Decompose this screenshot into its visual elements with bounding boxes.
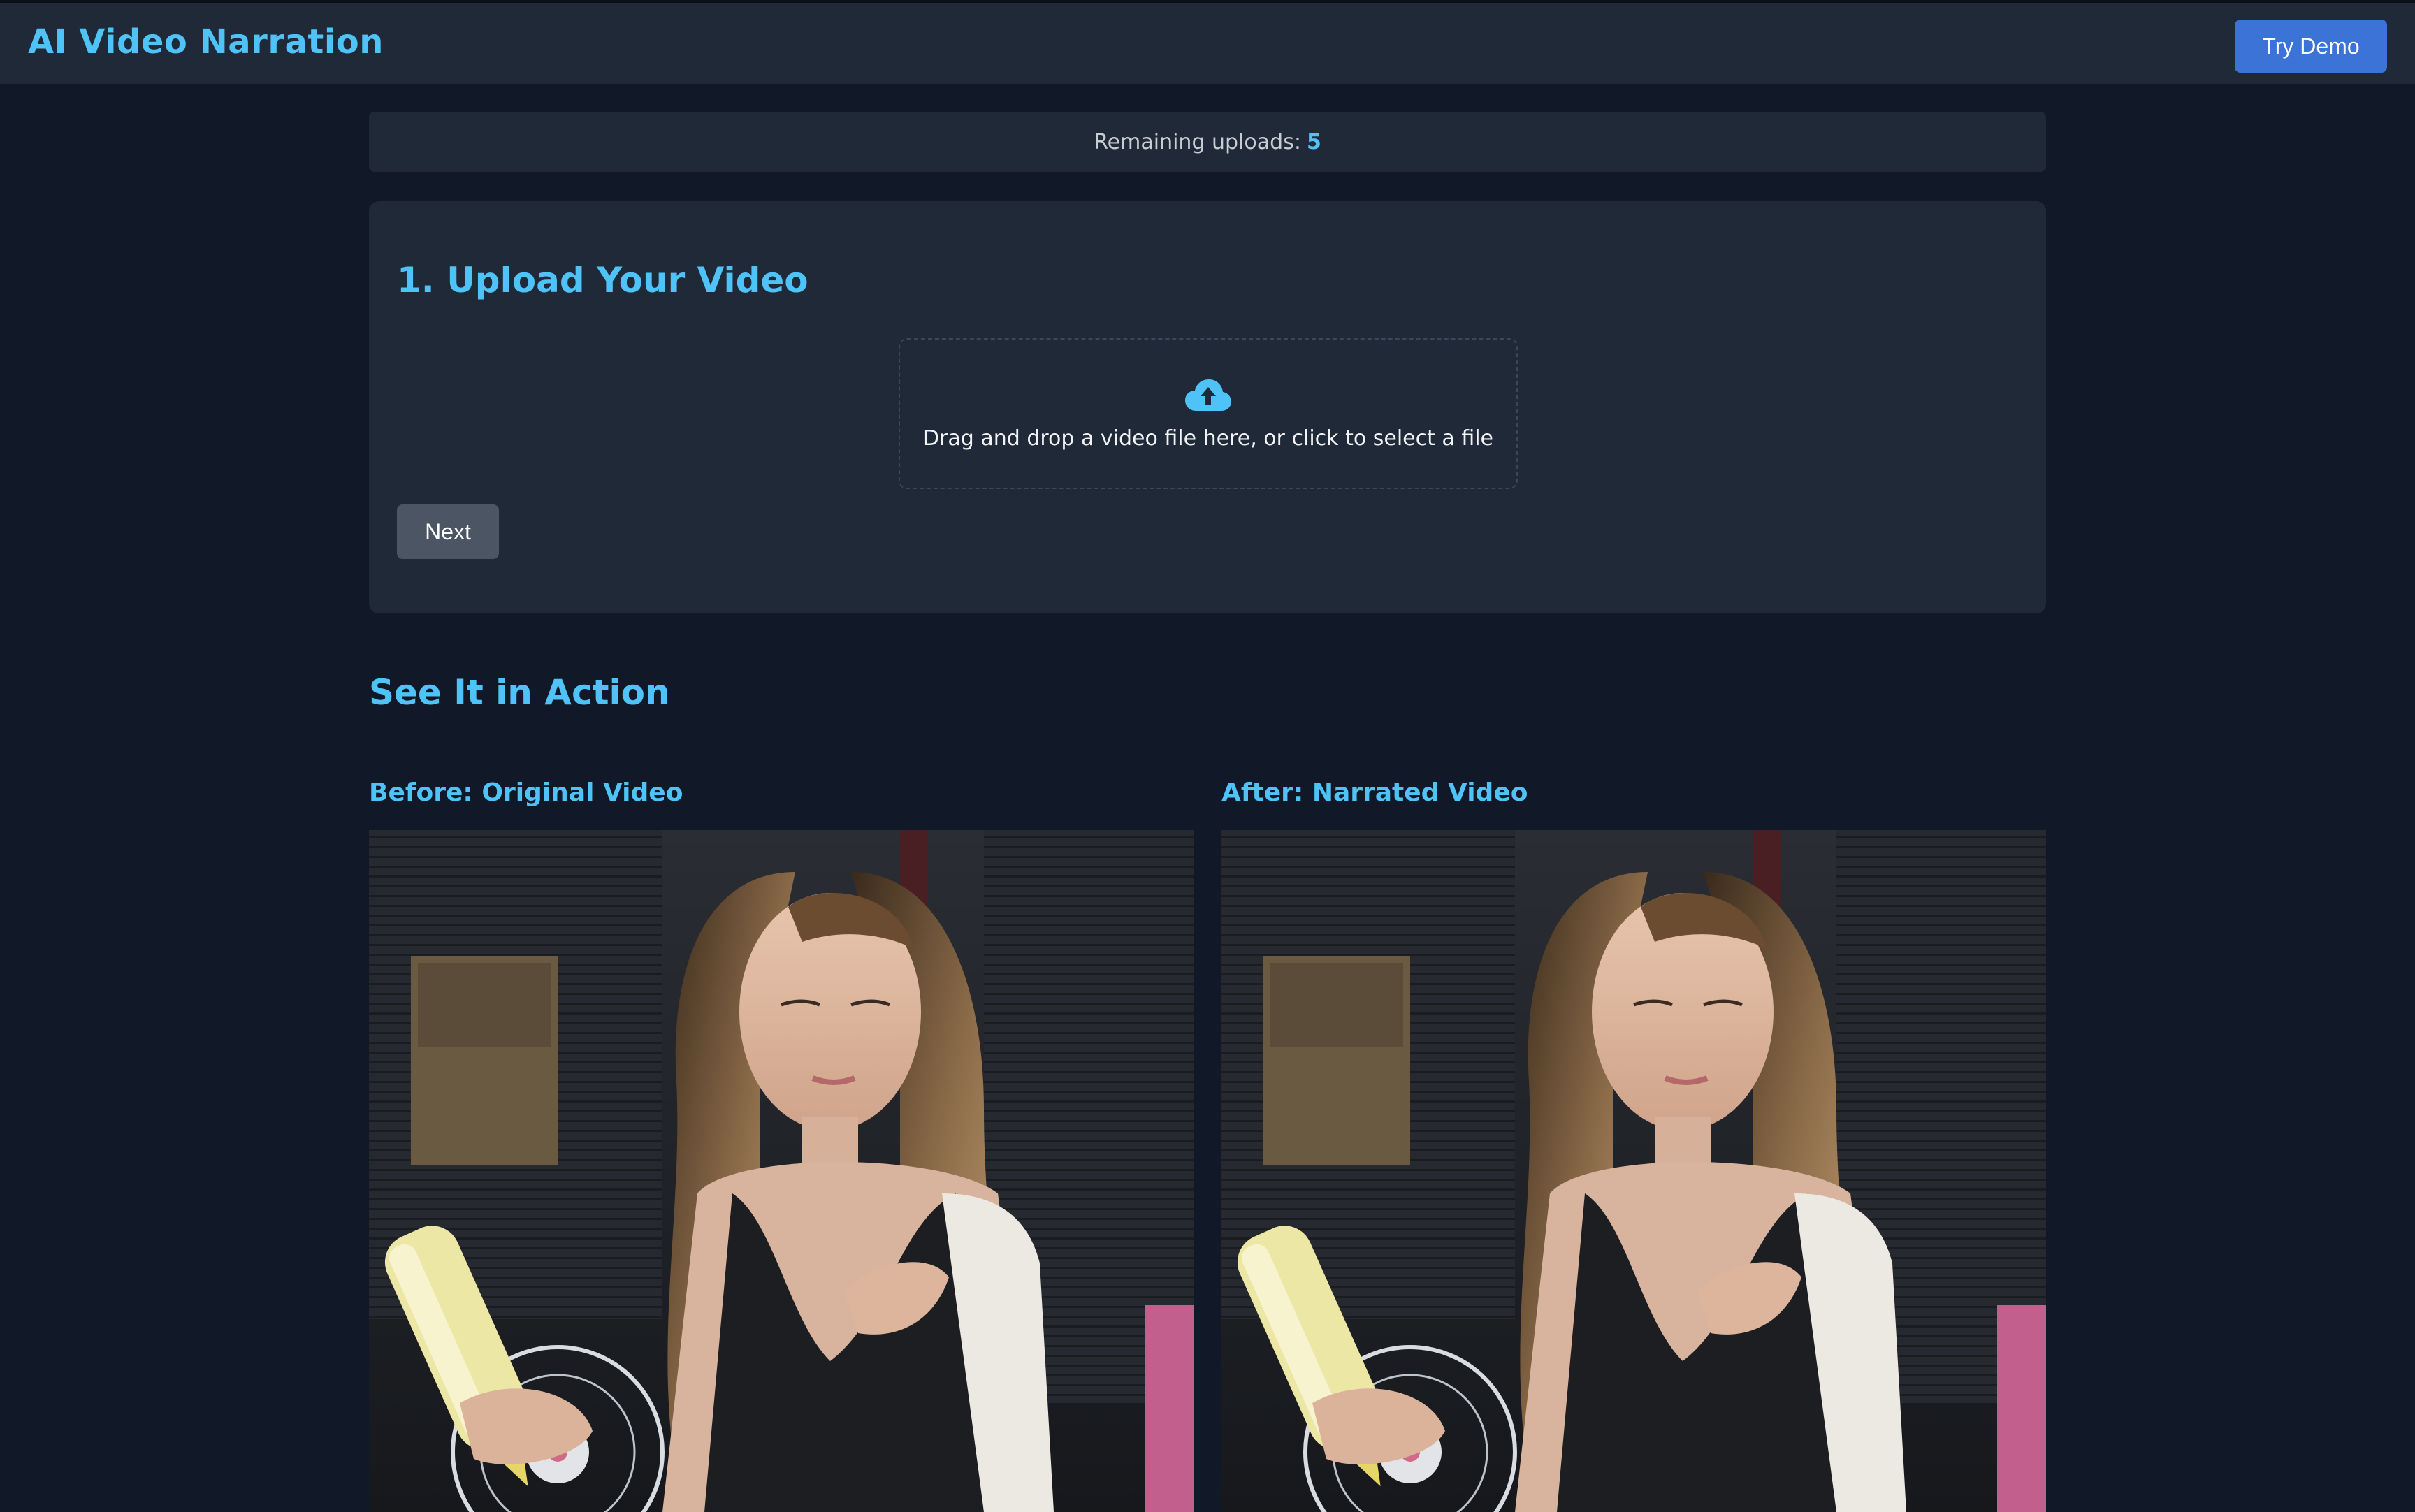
remaining-uploads-label: Remaining uploads: (1094, 129, 1301, 154)
after-video-frame-image (1221, 830, 2046, 1512)
video-dropzone[interactable]: Drag and drop a video file here, or clic… (899, 338, 1518, 489)
next-button[interactable]: Next (397, 504, 499, 559)
demo-section-title: See It in Action (369, 672, 670, 713)
cloud-upload-icon (1185, 379, 1231, 411)
remaining-uploads-count: 5 (1306, 129, 1321, 154)
before-video-player[interactable] (369, 830, 1194, 1512)
top-navbar: AI Video Narration Try Demo (0, 0, 2415, 84)
upload-step-title: 1. Upload Your Video (397, 260, 808, 300)
before-video-label: Before: Original Video (369, 778, 683, 807)
before-video-frame-image (369, 830, 1194, 1512)
after-video-player[interactable] (1221, 830, 2046, 1512)
remaining-uploads-banner: Remaining uploads: 5 (369, 112, 2046, 172)
after-video-label: After: Narrated Video (1221, 778, 1528, 807)
dropzone-instructions: Drag and drop a video file here, or clic… (922, 426, 1494, 451)
try-demo-button[interactable]: Try Demo (2235, 20, 2387, 73)
upload-card: 1. Upload Your Video Drag and drop a vid… (369, 201, 2046, 613)
app-title[interactable]: AI Video Narration (28, 22, 384, 61)
